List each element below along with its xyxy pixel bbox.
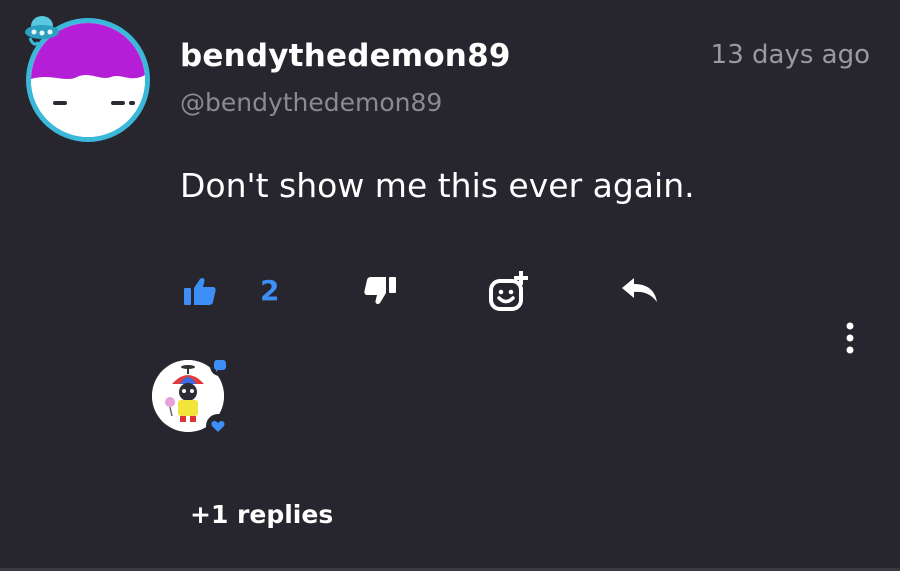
chat-bubble-icon [214, 360, 226, 372]
view-replies-link[interactable]: +1 replies [190, 500, 333, 529]
thumbs-up-icon [184, 277, 216, 305]
dislike-button[interactable] [363, 276, 397, 306]
thumbs-down-icon [364, 277, 396, 305]
like-button[interactable] [183, 276, 217, 306]
reply-arrow-icon [622, 278, 657, 302]
heart-icon [211, 420, 225, 432]
add-emoji-button[interactable] [488, 270, 532, 312]
reply-badge-bottom [206, 414, 230, 438]
more-options-button[interactable] [836, 318, 864, 358]
ufo-badge-icon [25, 16, 59, 46]
commenter-avatar[interactable] [22, 10, 158, 146]
more-vertical-icon [846, 322, 854, 354]
commenter-handle[interactable]: @bendythedemon89 [180, 88, 442, 117]
like-count: 2 [260, 274, 280, 307]
reply-author-avatar[interactable] [150, 356, 234, 440]
comment-text: Don't show me this ever again. [180, 166, 695, 205]
reply-button[interactable] [620, 276, 660, 304]
commenter-username[interactable]: bendythedemon89 [180, 38, 511, 74]
comment-timestamp: 13 days ago [710, 40, 870, 70]
add-emoji-icon [489, 271, 528, 311]
reply-badge-top [210, 356, 230, 376]
